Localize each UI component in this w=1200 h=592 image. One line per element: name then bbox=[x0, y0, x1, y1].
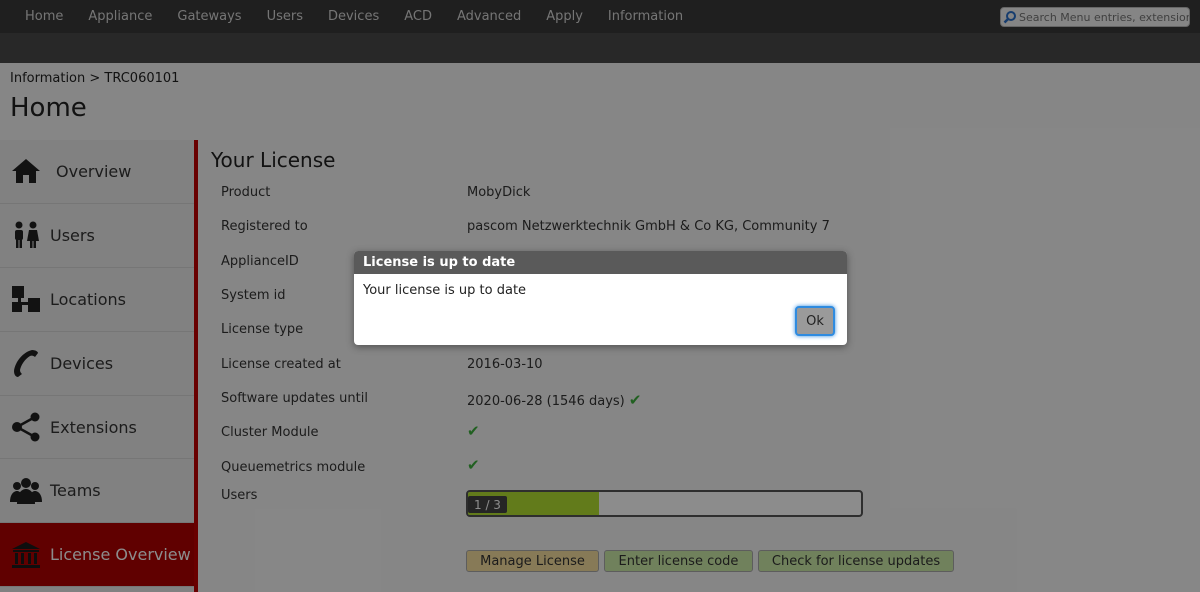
dialog-message: Your license is up to date bbox=[363, 283, 527, 298]
ok-button[interactable]: Ok bbox=[795, 306, 835, 336]
license-dialog: License is up to date Your license is up… bbox=[354, 251, 847, 345]
dialog-title: License is up to date bbox=[354, 251, 847, 274]
